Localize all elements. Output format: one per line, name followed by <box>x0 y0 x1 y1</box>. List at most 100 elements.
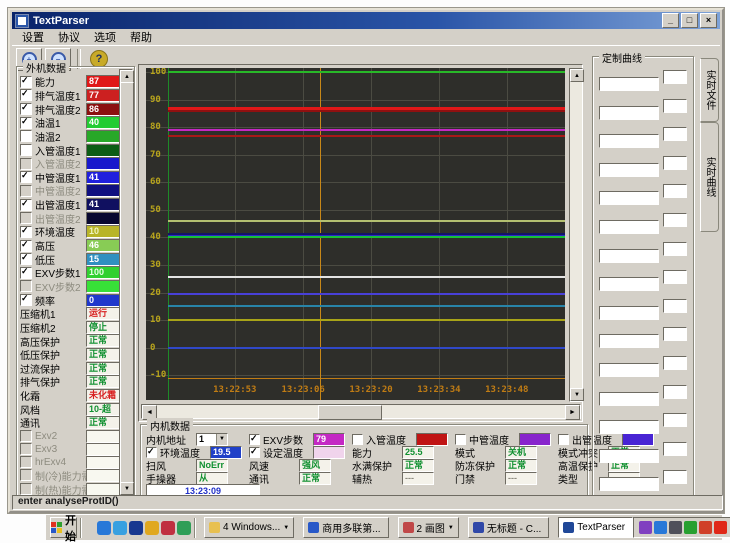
menu-item[interactable]: 协议 <box>52 28 86 46</box>
curve-name-input[interactable] <box>599 334 659 348</box>
tray-icon[interactable] <box>654 521 667 534</box>
curve-name-input[interactable] <box>599 420 659 434</box>
quick-launch-icon[interactable] <box>145 521 159 535</box>
signal-value-badge[interactable]: NoErr <box>196 459 228 472</box>
signal-checkbox[interactable] <box>20 456 32 468</box>
signal-checkbox[interactable] <box>20 443 32 455</box>
task-button[interactable]: 无标题 - C... <box>468 517 549 538</box>
quick-launch-icon[interactable] <box>161 521 175 535</box>
quick-launch-icon[interactable] <box>113 521 127 535</box>
curve-value-input[interactable] <box>663 127 687 141</box>
curve-name-input[interactable] <box>599 477 659 491</box>
signal-checkbox[interactable] <box>455 434 466 445</box>
signal-checkbox[interactable] <box>20 226 32 238</box>
signal-checkbox[interactable] <box>20 294 32 306</box>
chart-vertical-scrollbar[interactable]: ▲ ▼ <box>569 68 583 402</box>
signal-value-badge[interactable]: --- <box>402 472 434 485</box>
signal-checkbox[interactable] <box>20 171 32 183</box>
curve-name-input[interactable] <box>599 306 659 320</box>
scroll-right-icon[interactable]: ► <box>565 405 580 420</box>
scrollbar-thumb[interactable] <box>120 82 134 483</box>
start-button[interactable]: 开始 <box>50 517 77 538</box>
tab-realtime-curve[interactable]: 实时曲线 <box>700 122 719 232</box>
title-bar[interactable]: TextParser _ □ × <box>12 12 720 29</box>
signal-value-badge[interactable]: 正常 <box>505 459 537 472</box>
scroll-down-icon[interactable]: ▼ <box>570 388 584 401</box>
signal-checkbox[interactable] <box>20 199 32 211</box>
curve-name-input[interactable] <box>599 249 659 263</box>
curve-value-input[interactable] <box>663 413 687 427</box>
signal-checkbox[interactable] <box>20 185 32 197</box>
curve-value-input[interactable] <box>663 156 687 170</box>
task-button[interactable]: 4 Windows... ▼ <box>204 517 294 538</box>
signal-checkbox[interactable] <box>20 483 32 495</box>
curve-value-input[interactable] <box>663 70 687 84</box>
curve-value-input[interactable] <box>663 299 687 313</box>
curve-name-input[interactable] <box>599 106 659 120</box>
curve-name-input[interactable] <box>599 77 659 91</box>
task-button[interactable]: 商用多联第... <box>303 517 388 538</box>
maximize-icon[interactable]: □ <box>681 13 698 28</box>
curve-value-input[interactable] <box>663 242 687 256</box>
signal-checkbox[interactable] <box>20 240 32 252</box>
curve-value-input[interactable] <box>663 184 687 198</box>
signal-checkbox[interactable] <box>20 144 32 156</box>
signal-checkbox[interactable] <box>249 434 260 445</box>
signal-checkbox[interactable] <box>20 280 32 292</box>
signal-checkbox[interactable] <box>20 103 32 115</box>
signal-value-badge[interactable]: 关机 <box>505 446 537 459</box>
signal-checkbox[interactable] <box>20 117 32 129</box>
tray-icon[interactable] <box>714 521 727 534</box>
signal-value-badge[interactable]: 正常 <box>299 472 331 485</box>
scrollbar-thumb[interactable] <box>318 405 382 420</box>
menu-item[interactable]: 帮助 <box>124 28 158 46</box>
signal-value-badge[interactable] <box>313 446 345 459</box>
task-button[interactable]: TextParser <box>558 517 633 538</box>
signal-checkbox[interactable] <box>20 89 32 101</box>
curve-value-input[interactable] <box>663 385 687 399</box>
task-button[interactable]: 2 画图 ▼ <box>398 517 459 538</box>
signal-checkbox[interactable] <box>20 469 32 481</box>
curve-name-input[interactable] <box>599 363 659 377</box>
signal-value-badge[interactable]: 19.5 <box>210 446 242 459</box>
tray-icon[interactable] <box>639 521 652 534</box>
curve-name-input[interactable] <box>599 449 659 463</box>
curve-name-input[interactable] <box>599 134 659 148</box>
curve-name-input[interactable] <box>599 191 659 205</box>
realtime-curve-plot[interactable]: 1009080706050403020100-1013:22:5313:23:0… <box>146 68 565 400</box>
signal-value-badge[interactable]: 1 <box>196 433 228 446</box>
close-icon[interactable]: × <box>700 13 717 28</box>
outdoor-scrollbar[interactable]: ▲ ▼ <box>119 69 133 496</box>
tray-icon[interactable] <box>669 521 682 534</box>
signal-checkbox[interactable] <box>20 253 32 265</box>
curve-value-input[interactable] <box>663 270 687 284</box>
signal-value-badge[interactable]: 25.5 <box>402 446 434 459</box>
scroll-up-icon[interactable]: ▲ <box>570 69 584 82</box>
scroll-down-icon[interactable]: ▼ <box>120 482 134 495</box>
signal-value-badge[interactable]: --- <box>505 472 537 485</box>
signal-checkbox[interactable] <box>20 430 32 442</box>
curve-value-input[interactable] <box>663 356 687 370</box>
signal-checkbox[interactable] <box>20 267 32 279</box>
signal-checkbox[interactable] <box>20 130 32 142</box>
menu-item[interactable]: 设置 <box>16 28 50 46</box>
quick-launch-icon[interactable] <box>97 521 111 535</box>
signal-checkbox[interactable] <box>558 434 569 445</box>
curve-name-input[interactable] <box>599 277 659 291</box>
curve-value-input[interactable] <box>663 213 687 227</box>
signal-checkbox[interactable] <box>249 447 260 458</box>
signal-checkbox[interactable] <box>20 158 32 170</box>
tab-realtime-file[interactable]: 实时文件 <box>700 58 719 122</box>
curve-name-input[interactable] <box>599 392 659 406</box>
signal-value-badge[interactable] <box>519 433 551 446</box>
curve-value-input[interactable] <box>663 442 687 456</box>
quick-launch-icon[interactable] <box>129 521 143 535</box>
signal-checkbox[interactable] <box>146 447 157 458</box>
signal-checkbox[interactable] <box>352 434 363 445</box>
signal-checkbox[interactable] <box>20 212 32 224</box>
curve-value-input[interactable] <box>663 99 687 113</box>
curve-name-input[interactable] <box>599 220 659 234</box>
signal-checkbox[interactable] <box>20 76 32 88</box>
minimize-icon[interactable]: _ <box>662 13 679 28</box>
curve-name-input[interactable] <box>599 163 659 177</box>
